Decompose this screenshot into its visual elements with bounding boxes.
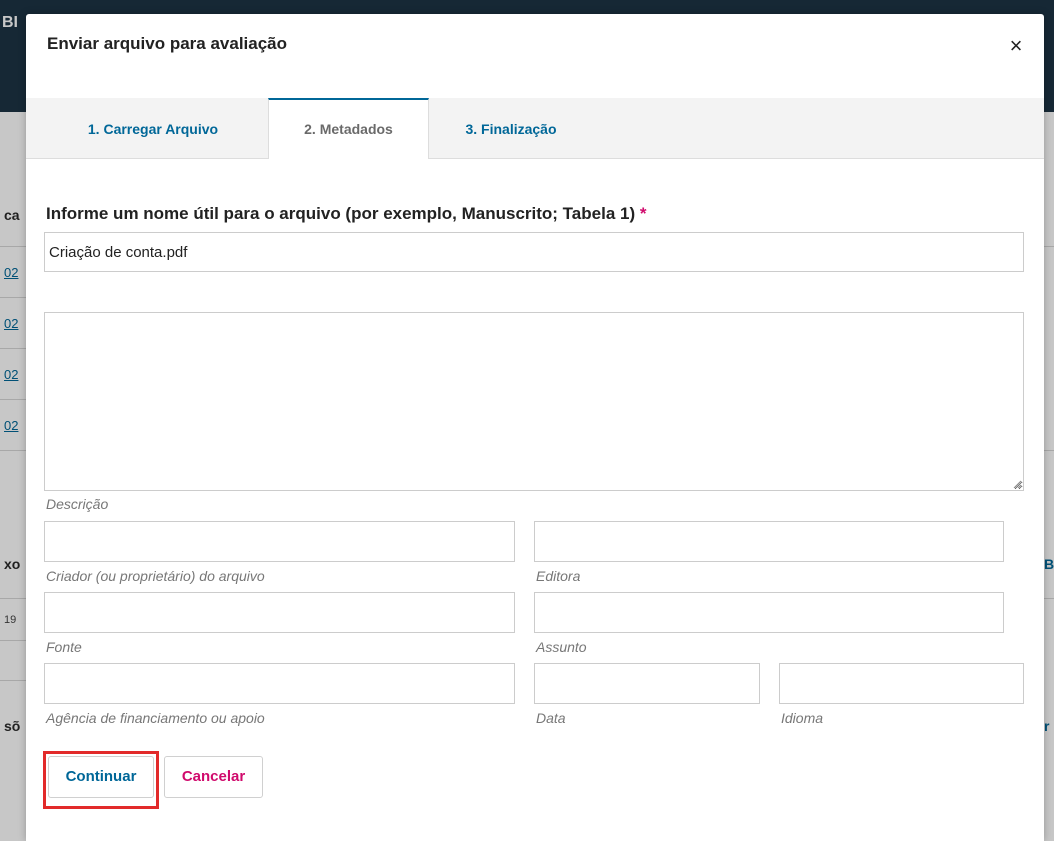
language-input[interactable]	[779, 663, 1024, 704]
file-name-label-text: Informe um nome útil para o arquivo (por…	[46, 204, 636, 223]
creator-input[interactable]	[44, 521, 515, 562]
language-label: Idioma	[781, 710, 824, 726]
source-input[interactable]	[44, 592, 515, 633]
subject-label: Assunto	[536, 639, 587, 655]
tab-upload-file[interactable]: 1. Carregar Arquivo	[46, 98, 260, 158]
required-marker: *	[639, 204, 647, 223]
sponsor-input[interactable]	[44, 663, 515, 704]
source-label: Fonte	[46, 639, 82, 655]
resize-grip-icon[interactable]	[1012, 479, 1022, 489]
description-label: Descrição	[46, 496, 109, 512]
file-name-label: Informe um nome útil para o arquivo (por…	[46, 204, 646, 224]
cancel-button[interactable]: Cancelar	[164, 756, 263, 798]
description-textarea[interactable]	[44, 312, 1024, 491]
date-input[interactable]	[534, 663, 760, 704]
publisher-input[interactable]	[534, 521, 1004, 562]
sponsor-label: Agência de financiamento ou apoio	[46, 710, 265, 726]
date-label: Data	[536, 710, 566, 726]
tab-finalization[interactable]: 3. Finalização	[436, 98, 586, 158]
publisher-label: Editora	[536, 568, 581, 584]
creator-label: Criador (ou proprietário) do arquivo	[46, 568, 265, 584]
file-name-input[interactable]	[44, 232, 1024, 272]
subject-input[interactable]	[534, 592, 1004, 633]
close-icon[interactable]: ×	[1006, 35, 1026, 57]
upload-file-modal: Enviar arquivo para avaliação × 1. Carre…	[26, 14, 1044, 841]
tab-metadata[interactable]: 2. Metadados	[268, 98, 429, 159]
wizard-tabs: 1. Carregar Arquivo 2. Metadados 3. Fina…	[26, 98, 1044, 159]
continue-button[interactable]: Continuar	[48, 756, 154, 798]
modal-title: Enviar arquivo para avaliação	[47, 34, 288, 53]
